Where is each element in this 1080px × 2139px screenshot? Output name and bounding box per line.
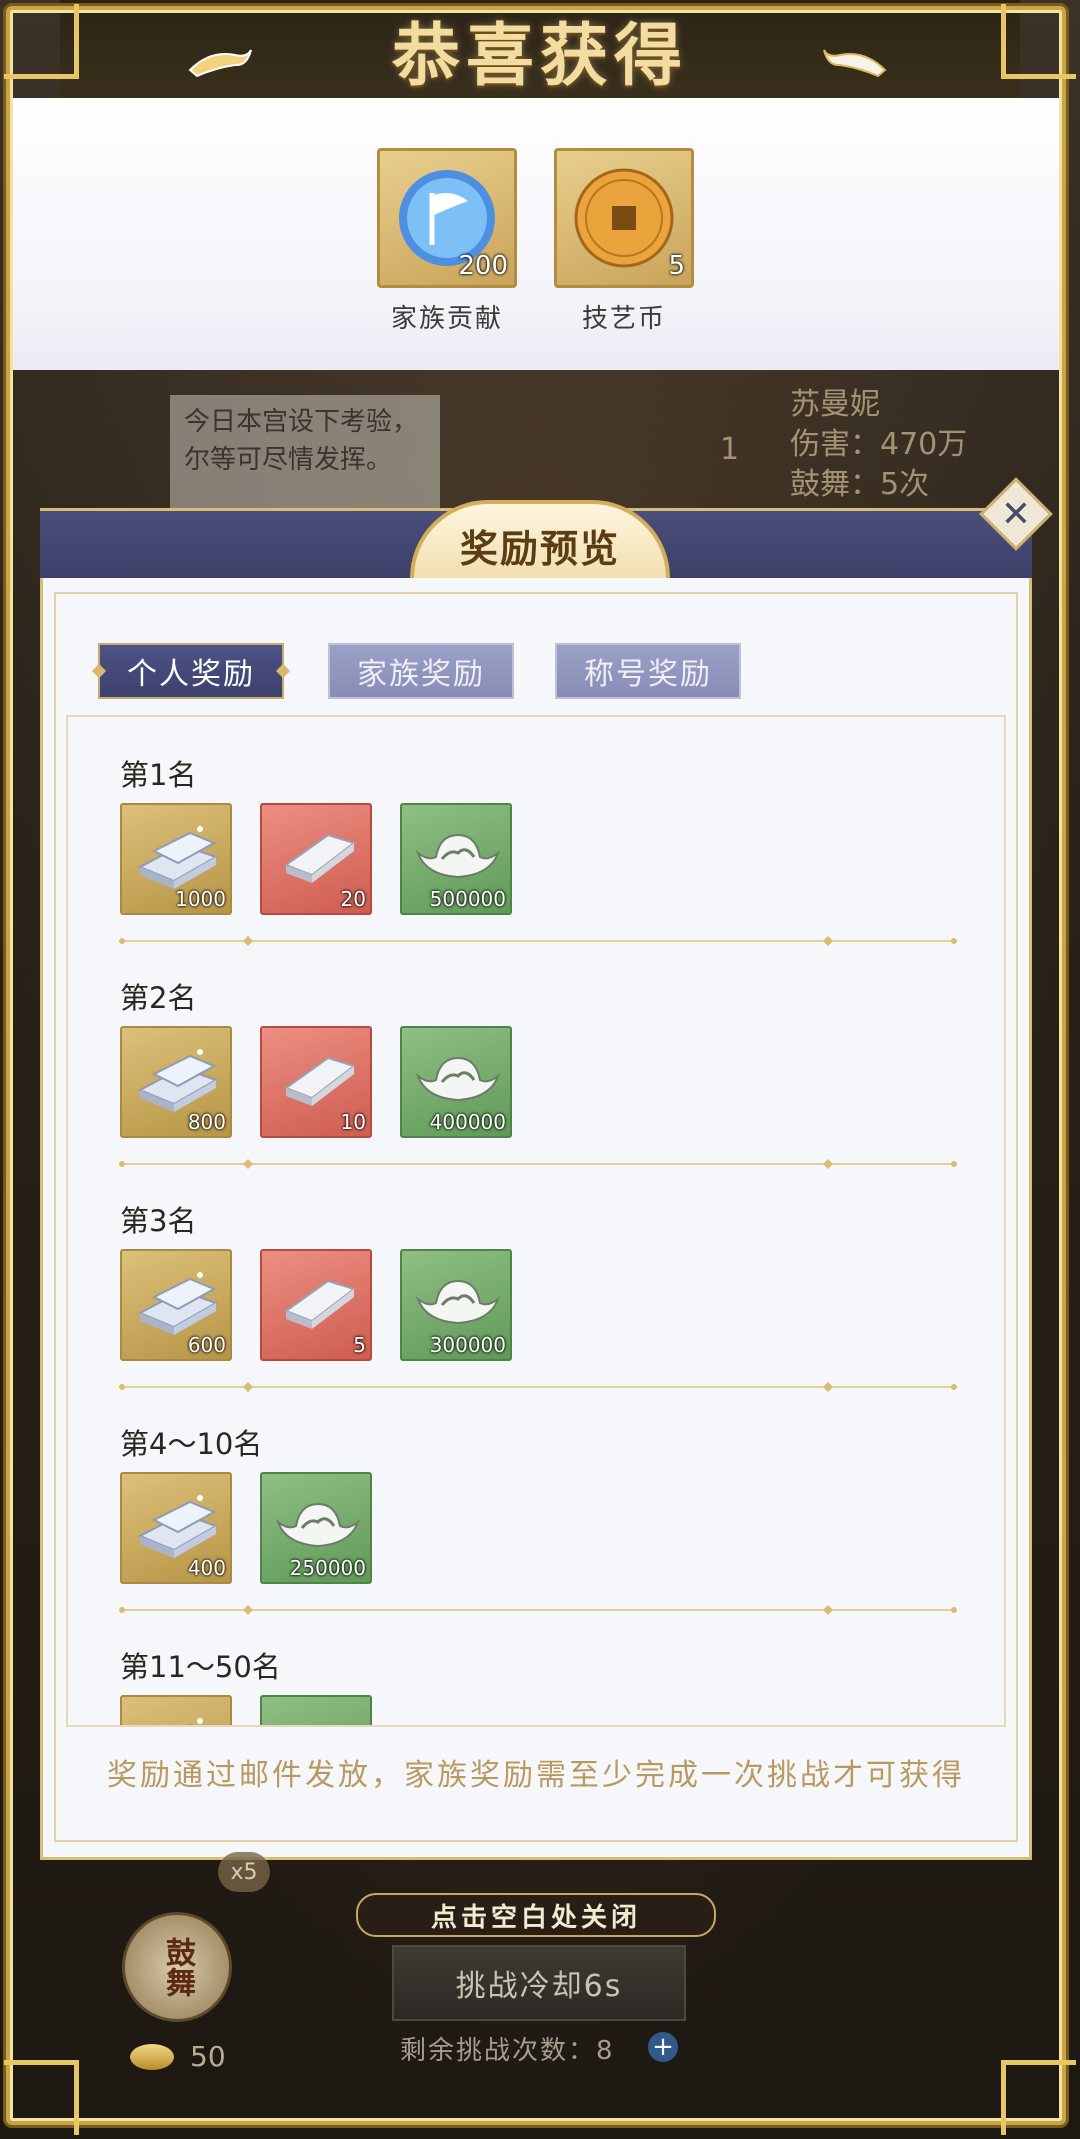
screen-frame: [6, 6, 1066, 2125]
